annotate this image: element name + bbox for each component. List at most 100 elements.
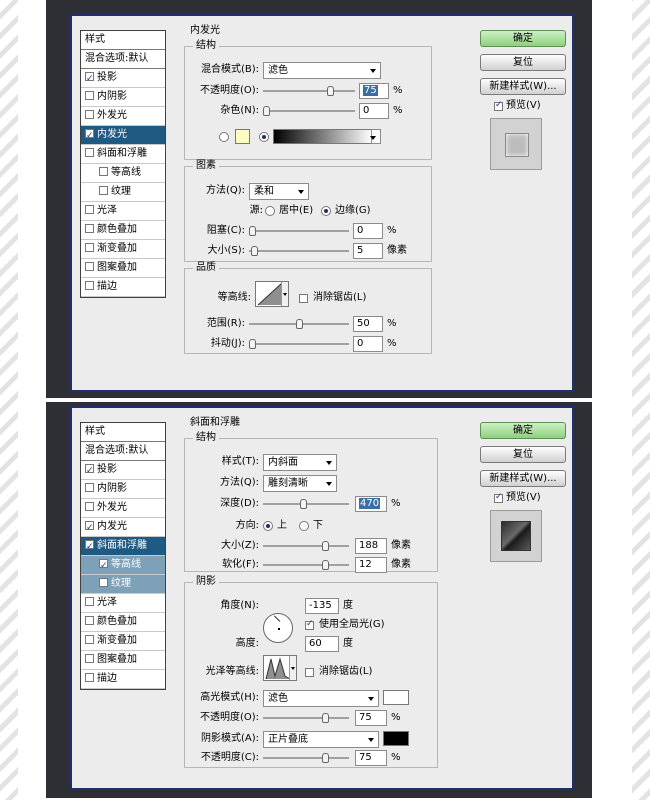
style-checkbox[interactable] xyxy=(85,70,94,88)
style-checkbox[interactable] xyxy=(99,185,108,195)
shadow-opacity-input[interactable]: 75 xyxy=(355,750,387,766)
ok-button[interactable]: 确定 xyxy=(480,30,566,47)
style-checkbox[interactable] xyxy=(85,538,94,556)
choke-input[interactable]: 0 xyxy=(353,223,383,239)
styles-list-item[interactable]: 斜面和浮雕 xyxy=(81,145,165,164)
styles-list-item[interactable]: 样式 xyxy=(81,423,165,442)
styles-list-item[interactable]: 样式 xyxy=(81,31,165,50)
angle-input[interactable]: -135 xyxy=(305,598,339,614)
style-checkbox[interactable] xyxy=(85,462,94,480)
angle-dial[interactable] xyxy=(263,613,293,643)
style-checkbox[interactable] xyxy=(99,577,108,587)
style-checkbox[interactable] xyxy=(85,280,94,290)
styles-list-item[interactable]: 外发光 xyxy=(81,499,165,518)
style-checkbox[interactable] xyxy=(85,653,94,663)
gradient-radio[interactable] xyxy=(259,132,269,142)
size-slider[interactable] xyxy=(263,541,349,551)
styles-list-item[interactable]: 颜色叠加 xyxy=(81,613,165,632)
style-checkbox[interactable] xyxy=(85,501,94,511)
highlight-opacity-input[interactable]: 75 xyxy=(355,710,387,726)
styles-list-item[interactable]: 纹理 xyxy=(81,183,165,202)
style-checkbox[interactable] xyxy=(85,242,94,252)
size-input[interactable]: 5 xyxy=(353,243,383,259)
styles-list-item[interactable]: 等高线 xyxy=(81,556,165,575)
styles-list-item[interactable]: 等高线 xyxy=(81,164,165,183)
glow-gradient-picker[interactable] xyxy=(273,129,373,144)
highlight-mode-dropdown[interactable]: 滤色 xyxy=(263,690,379,707)
styles-list-item[interactable]: 描边 xyxy=(81,278,165,297)
gradient-dropdown-arrow[interactable] xyxy=(370,129,381,144)
reset-button[interactable]: 复位 xyxy=(480,54,566,71)
technique-dropdown[interactable]: 雕刻清晰 xyxy=(263,475,337,492)
style-checkbox[interactable] xyxy=(85,261,94,271)
styles-list-item[interactable]: 斜面和浮雕 xyxy=(81,537,165,556)
new-style-button[interactable]: 新建样式(W)... xyxy=(480,470,566,487)
styles-list-item[interactable]: 混合选项:默认 xyxy=(81,442,165,461)
styles-list-item[interactable]: 光泽 xyxy=(81,202,165,221)
gloss-contour-picker[interactable] xyxy=(263,655,297,681)
reset-button[interactable]: 复位 xyxy=(480,446,566,463)
style-checkbox[interactable] xyxy=(85,519,94,537)
style-checkbox[interactable] xyxy=(99,557,108,575)
global-light-checkbox[interactable] xyxy=(305,619,314,630)
style-checkbox[interactable] xyxy=(85,109,94,119)
opacity-slider[interactable] xyxy=(263,86,355,96)
size-input[interactable]: 188 xyxy=(355,538,387,554)
antialias-checkbox[interactable] xyxy=(305,668,314,677)
styles-list-item[interactable]: 内阴影 xyxy=(81,88,165,107)
styles-list-item[interactable]: 内阴影 xyxy=(81,480,165,499)
preview-checkbox[interactable] xyxy=(494,492,503,503)
soften-slider[interactable] xyxy=(263,560,349,570)
size-slider[interactable] xyxy=(249,246,349,256)
edge-radio[interactable] xyxy=(321,206,331,216)
blend-mode-dropdown[interactable]: 滤色 xyxy=(263,62,381,79)
styles-list-item[interactable]: 图案叠加 xyxy=(81,259,165,278)
new-style-button[interactable]: 新建样式(W)... xyxy=(480,78,566,95)
soften-input[interactable]: 12 xyxy=(355,557,387,573)
highlight-opacity-slider[interactable] xyxy=(263,713,349,723)
style-checkbox[interactable] xyxy=(85,90,94,100)
ok-button[interactable]: 确定 xyxy=(480,422,566,439)
styles-list-item[interactable]: 内发光 xyxy=(81,518,165,537)
direction-down-radio[interactable] xyxy=(299,521,309,531)
style-checkbox[interactable] xyxy=(85,482,94,492)
range-slider[interactable] xyxy=(249,319,349,329)
style-checkbox[interactable] xyxy=(85,204,94,214)
contour-dropdown-arrow[interactable] xyxy=(281,282,288,306)
style-checkbox[interactable] xyxy=(85,223,94,233)
antialias-checkbox[interactable] xyxy=(299,294,308,303)
opacity-input[interactable]: 75 xyxy=(359,83,389,99)
shadow-opacity-slider[interactable] xyxy=(263,753,349,763)
bevel-style-dropdown[interactable]: 内斜面 xyxy=(263,454,337,471)
style-checkbox[interactable] xyxy=(85,127,94,145)
styles-list-item[interactable]: 颜色叠加 xyxy=(81,221,165,240)
color-radio[interactable] xyxy=(219,132,229,142)
shadow-mode-dropdown[interactable]: 正片叠底 xyxy=(263,731,379,748)
styles-list-item[interactable]: 图案叠加 xyxy=(81,651,165,670)
gloss-contour-dropdown-arrow[interactable] xyxy=(289,656,296,680)
jitter-slider[interactable] xyxy=(249,339,349,349)
styles-list-item[interactable]: 内发光 xyxy=(81,126,165,145)
preview-checkbox[interactable] xyxy=(494,100,503,111)
styles-list-item[interactable]: 外发光 xyxy=(81,107,165,126)
depth-slider[interactable] xyxy=(263,499,349,509)
style-checkbox[interactable] xyxy=(85,147,94,157)
center-radio[interactable] xyxy=(265,206,275,216)
style-checkbox[interactable] xyxy=(85,634,94,644)
styles-list-item[interactable]: 渐变叠加 xyxy=(81,632,165,651)
choke-slider[interactable] xyxy=(249,226,349,236)
styles-list-item[interactable]: 渐变叠加 xyxy=(81,240,165,259)
direction-up-radio[interactable] xyxy=(263,521,273,531)
method-dropdown[interactable]: 柔和 xyxy=(249,183,309,200)
altitude-input[interactable]: 60 xyxy=(305,636,339,652)
style-checkbox[interactable] xyxy=(99,166,108,176)
style-checkbox[interactable] xyxy=(85,615,94,625)
styles-list-item[interactable]: 投影 xyxy=(81,69,165,88)
jitter-input[interactable]: 0 xyxy=(353,336,383,352)
glow-color-swatch[interactable] xyxy=(235,129,250,144)
highlight-color-swatch[interactable] xyxy=(383,690,409,705)
style-checkbox[interactable] xyxy=(85,596,94,606)
styles-list-item[interactable]: 投影 xyxy=(81,461,165,480)
styles-list-item[interactable]: 光泽 xyxy=(81,594,165,613)
style-checkbox[interactable] xyxy=(85,672,94,682)
